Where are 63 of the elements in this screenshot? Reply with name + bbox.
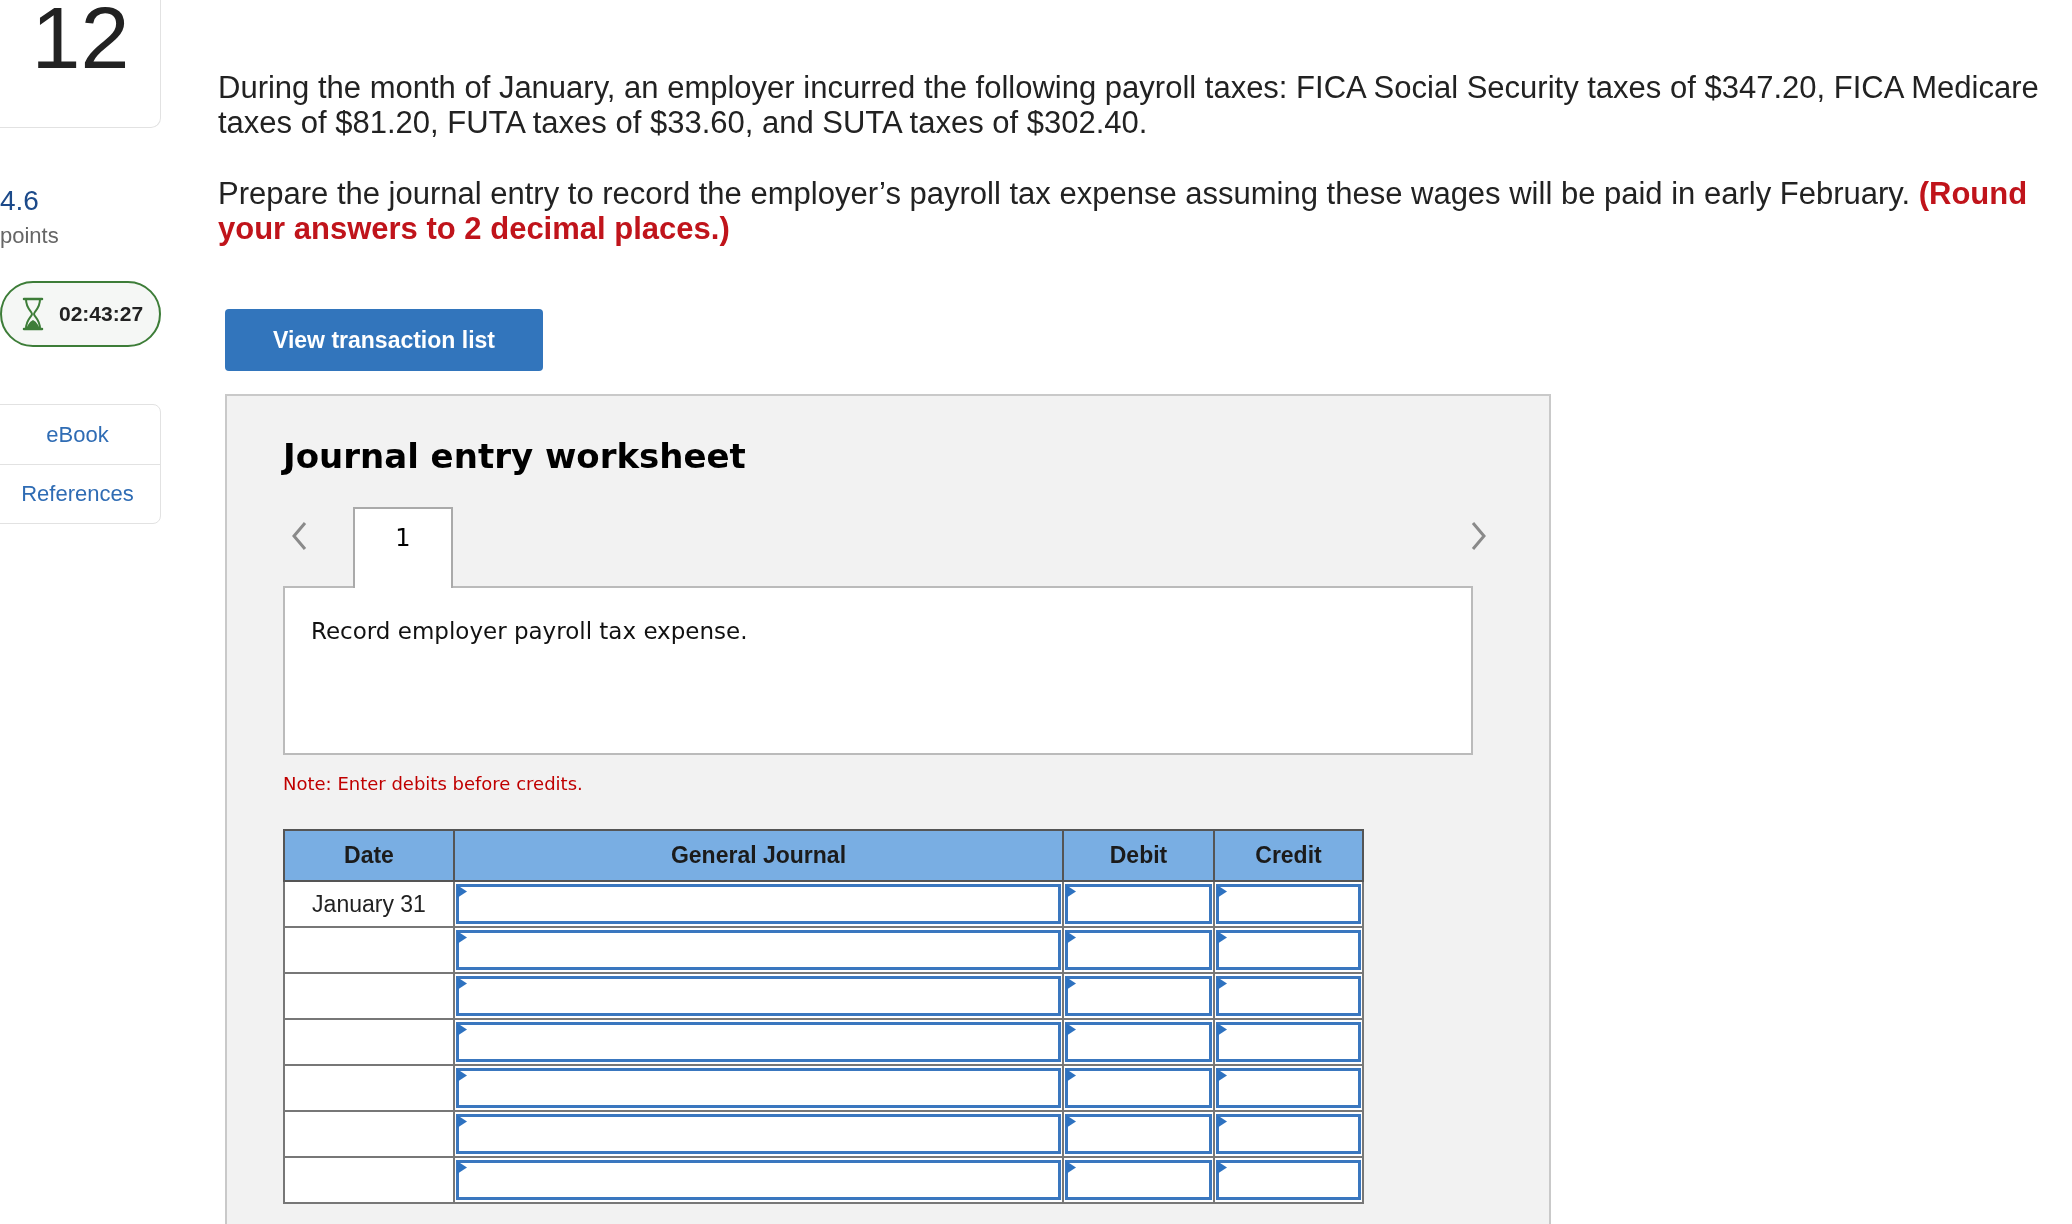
input-field[interactable] — [1065, 930, 1212, 970]
input-field[interactable] — [1065, 1114, 1212, 1154]
tab[interactable]: 1 — [353, 507, 453, 588]
input-field[interactable] — [1216, 884, 1361, 924]
input-field[interactable] — [1065, 1022, 1212, 1062]
hourglass-icon — [22, 297, 44, 331]
triangle-icon — [1066, 1023, 1076, 1036]
triangle-icon — [1217, 1161, 1227, 1174]
triangle-icon — [1066, 885, 1076, 898]
sidebar-link[interactable]: eBook — [0, 405, 160, 464]
triangle-icon — [1217, 1023, 1227, 1036]
triangle-icon — [457, 931, 467, 944]
timer-text: 02:43:27 — [59, 302, 144, 326]
input-field[interactable] — [1065, 1068, 1212, 1108]
worksheet-title: Journal entry worksheet — [283, 435, 747, 478]
input-field[interactable] — [1065, 884, 1212, 924]
triangle-icon — [457, 1161, 467, 1174]
input-field[interactable] — [1216, 976, 1361, 1016]
input-field[interactable] — [456, 884, 1061, 924]
triangle-icon — [1066, 1069, 1076, 1082]
triangle-icon — [1066, 977, 1076, 990]
input-field[interactable] — [456, 976, 1061, 1016]
input-field[interactable] — [1065, 1160, 1212, 1200]
triangle-icon — [1217, 977, 1227, 990]
input-field[interactable] — [1216, 1160, 1361, 1200]
transaction-list-button[interactable]: View transaction list — [225, 309, 543, 371]
input-field[interactable] — [1216, 1114, 1361, 1154]
triangle-icon — [457, 1115, 467, 1128]
triangle-icon — [457, 1023, 467, 1036]
column-header: Debit — [1063, 830, 1214, 881]
description-text: Record employer payroll tax expense. — [311, 618, 748, 644]
question-number: 12 — [31, 0, 130, 82]
chevron-right-icon[interactable] — [1471, 521, 1487, 551]
question-text: During the month of January, an employer incurred the following payroll taxes: FICA Social Security taxes of $347.20, FICA Medicare taxes of $81.20, FUTA taxes of $33.60, and SUTA taxes of $302.40. — [218, 70, 2040, 140]
input-field[interactable] — [456, 1160, 1061, 1200]
points-label: points — [0, 222, 59, 250]
triangle-icon — [1066, 1161, 1076, 1174]
triangle-icon — [1217, 1115, 1227, 1128]
triangle-icon — [457, 1069, 467, 1082]
triangle-icon — [1217, 1069, 1227, 1082]
input-field[interactable] — [1216, 1022, 1361, 1062]
triangle-icon — [1066, 1115, 1076, 1128]
sidebar-link[interactable]: References — [0, 464, 160, 523]
column-header: Date — [284, 830, 454, 881]
triangle-icon — [1217, 931, 1227, 944]
points-value: 4.6 — [0, 184, 39, 218]
note-text: Note: Enter debits before credits. — [283, 772, 584, 796]
chevron-left-icon[interactable] — [291, 521, 307, 551]
triangle-icon — [457, 885, 467, 898]
input-field[interactable] — [1216, 1068, 1361, 1108]
input-field[interactable] — [456, 1022, 1061, 1062]
input-field[interactable] — [456, 1068, 1061, 1108]
triangle-icon — [1217, 885, 1227, 898]
input-field[interactable] — [1216, 930, 1361, 970]
input-field[interactable] — [456, 1114, 1061, 1154]
column-header: General Journal — [454, 830, 1063, 881]
column-header: Credit — [1214, 830, 1363, 881]
triangle-icon — [457, 977, 467, 990]
triangle-icon — [1066, 931, 1076, 944]
input-field[interactable] — [456, 930, 1061, 970]
input-field[interactable] — [1065, 976, 1212, 1016]
question-text: Prepare the journal entry to record the employer’s payroll tax expense assuming these wages will be paid in early February. (Round your answers to 2 decimal places.) — [218, 176, 2029, 246]
date-cell: January 31 — [284, 881, 454, 927]
